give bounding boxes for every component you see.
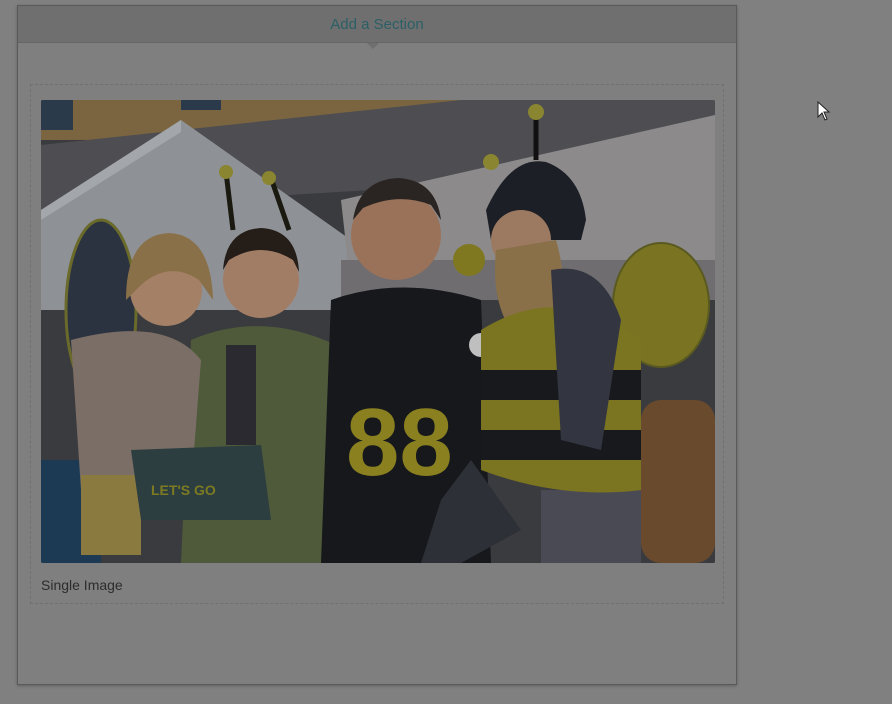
single-image-block[interactable]: LET'S GO 88 Single Image [30, 84, 724, 604]
caret-down-icon [367, 43, 379, 49]
editor-panel: Add a Section LET'S GO 88 Single Image [17, 5, 737, 685]
mouse-pointer-icon [817, 101, 831, 121]
family-photo-illustration: LET'S GO 88 [41, 100, 715, 563]
book-cover-text: LET'S GO [151, 482, 216, 498]
add-section-label: Add a Section [330, 15, 424, 33]
single-image[interactable]: LET'S GO 88 [41, 100, 715, 563]
add-section-button[interactable]: Add a Section [18, 6, 736, 43]
block-caption: Single Image [41, 577, 123, 593]
page-overlay: Add a Section LET'S GO 88 Single Image [0, 0, 892, 704]
jersey-number-text: 88 [346, 389, 453, 496]
